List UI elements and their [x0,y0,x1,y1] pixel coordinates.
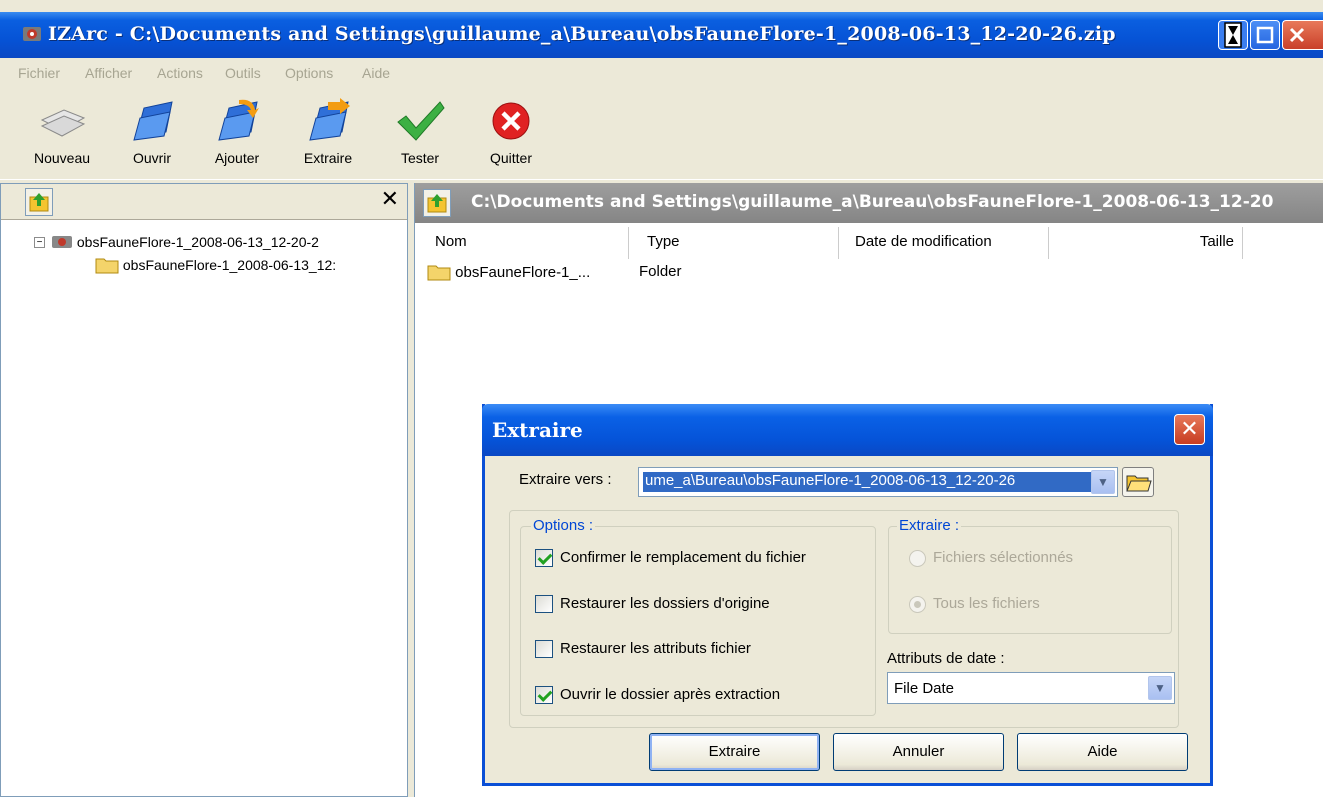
date-attributes-value: File Date [894,680,955,697]
path-up-button[interactable] [423,189,451,217]
menu-bar: Fichier Afficher Actions Outils Options … [0,58,1323,90]
open-folder-icon [133,101,173,141]
cancel-button[interactable]: Annuler [833,733,1004,771]
menu-actions[interactable]: Actions [157,65,203,81]
column-header-size[interactable]: Taille [1049,227,1243,259]
add-button[interactable]: Ajouter [197,98,277,166]
chevron-down-icon[interactable]: ▼ [1148,676,1172,700]
folder-tree-pane: ✕ − obsFauneFlore-1_2008-06-13_12-20-2 o… [0,183,408,797]
folder-icon [95,258,119,274]
confirm-replace-label: Confirmer le remplacement du fichier [560,549,806,566]
close-icon [1289,27,1305,43]
extract-folder-icon [309,98,350,141]
add-label: Ajouter [214,150,260,166]
tree-item-archive[interactable]: obsFauneFlore-1_2008-06-13_12-20-2 [51,234,319,250]
maximize-button[interactable] [1250,20,1280,50]
quit-icon [492,102,530,140]
column-header-date[interactable]: Date de modification [839,227,1049,259]
tree-collapse-toggle[interactable]: − [34,237,45,248]
checkmark-icon [397,101,445,141]
new-label: Nouveau [33,150,91,166]
extract-confirm-button[interactable]: Extraire [649,733,820,771]
tree-folder-label: obsFauneFlore-1_2008-06-13_12: [122,257,337,273]
file-type: Folder [639,263,682,280]
checkbox-checked[interactable] [535,549,553,567]
up-folder-icon [427,194,447,213]
column-header-name[interactable]: Nom [419,227,629,259]
window-close-button[interactable] [1282,20,1323,50]
extract-label: Extraire [303,150,353,166]
chevron-down-icon[interactable]: ▼ [1091,470,1115,494]
help-button[interactable]: Aide [1017,733,1188,771]
open-button[interactable]: Ouvrir [112,98,192,166]
toolbar: Nouveau Ouvrir Ajouter Extraire Tester Q… [0,90,1323,180]
open-folder-icon [1126,475,1152,492]
menu-fichier[interactable]: Fichier [18,65,60,81]
column-header-type[interactable]: Type [629,227,839,259]
quit-label: Quitter [489,150,532,166]
checkbox-checked[interactable] [535,686,553,704]
quit-button[interactable]: Quitter [476,98,546,166]
menu-aide[interactable]: Aide [362,65,390,81]
dialog-body: Extraire vers : ume_a\Bureau\obsFauneFlo… [485,456,1210,783]
extract-button[interactable]: Extraire [288,98,368,166]
extract-scope-legend: Extraire : [897,517,962,534]
date-attributes-select[interactable]: File Date ▼ [887,672,1175,704]
hourglass-minimize-button[interactable] [1218,20,1248,50]
file-row[interactable]: obsFauneFlore-1_... Folder [427,263,682,281]
maximize-icon [1256,26,1274,44]
extract-to-combo[interactable]: ume_a\Bureau\obsFauneFlore-1_2008-06-13_… [638,467,1118,497]
options-legend: Options : [531,517,596,534]
restore-folders-label: Restaurer les dossiers d'origine [560,595,770,612]
test-label: Tester [400,150,440,166]
tree-close-button[interactable]: ✕ [381,186,399,212]
tree-pane-header: ✕ [1,184,407,220]
open-folder-after-label: Ouvrir le dossier après extraction [560,686,781,703]
current-path: C:\Documents and Settings\guillaume_a\Bu… [471,192,1274,212]
checkbox-unchecked[interactable] [535,640,553,658]
folder-icon [427,265,451,281]
izarc-app-icon [23,27,41,41]
archive-icon [52,236,72,248]
radio-on [909,596,926,613]
selected-files-label: Fichiers sélectionnés [933,549,1074,566]
file-name: obsFauneFlore-1_... [455,264,591,281]
tree-item-folder[interactable]: obsFauneFlore-1_2008-06-13_12: [95,256,336,274]
new-archive-icon [40,109,86,137]
izarc-window: IZArc - C:\Documents and Settings\guilla… [0,0,1323,797]
dialog-title-bar[interactable]: Extraire ✕ [482,404,1213,456]
options-group: Options : Confirmer le remplacement du f… [520,517,876,716]
window-title: IZArc - C:\Documents and Settings\guilla… [48,23,1116,45]
open-label: Ouvrir [132,150,172,166]
hourglass-icon [1224,22,1242,48]
checkbox-unchecked[interactable] [535,595,553,613]
date-attributes-label: Attributs de date : [887,650,1005,667]
extract-scope-group: Extraire : Fichiers sélectionnés Tous le… [888,517,1172,634]
up-folder-icon [29,193,49,212]
tree-archive-label: obsFauneFlore-1_2008-06-13_12-20-2 [76,234,319,250]
dialog-close-button[interactable]: ✕ [1174,414,1205,445]
all-files-label: Tous les fichiers [933,595,1040,612]
dialog-title: Extraire [492,418,583,442]
add-folder-icon [218,99,259,141]
test-button[interactable]: Tester [385,98,455,166]
extract-dialog: Extraire ✕ Extraire vers : ume_a\Bureau\… [482,404,1213,786]
restore-attributes-label: Restaurer les attributs fichier [560,640,751,657]
tree-up-button[interactable] [25,188,53,216]
title-bar[interactable]: IZArc - C:\Documents and Settings\guilla… [0,12,1323,58]
browse-folder-button[interactable] [1122,467,1154,497]
new-button[interactable]: Nouveau [22,98,102,166]
menu-afficher[interactable]: Afficher [85,65,132,81]
extract-to-value: ume_a\Bureau\obsFauneFlore-1_2008-06-13_… [643,472,1097,492]
radio-off [909,550,926,567]
path-bar: C:\Documents and Settings\guillaume_a\Bu… [415,183,1323,223]
extract-to-label: Extraire vers : [519,471,612,488]
menu-options[interactable]: Options [285,65,333,81]
menu-outils[interactable]: Outils [225,65,261,81]
